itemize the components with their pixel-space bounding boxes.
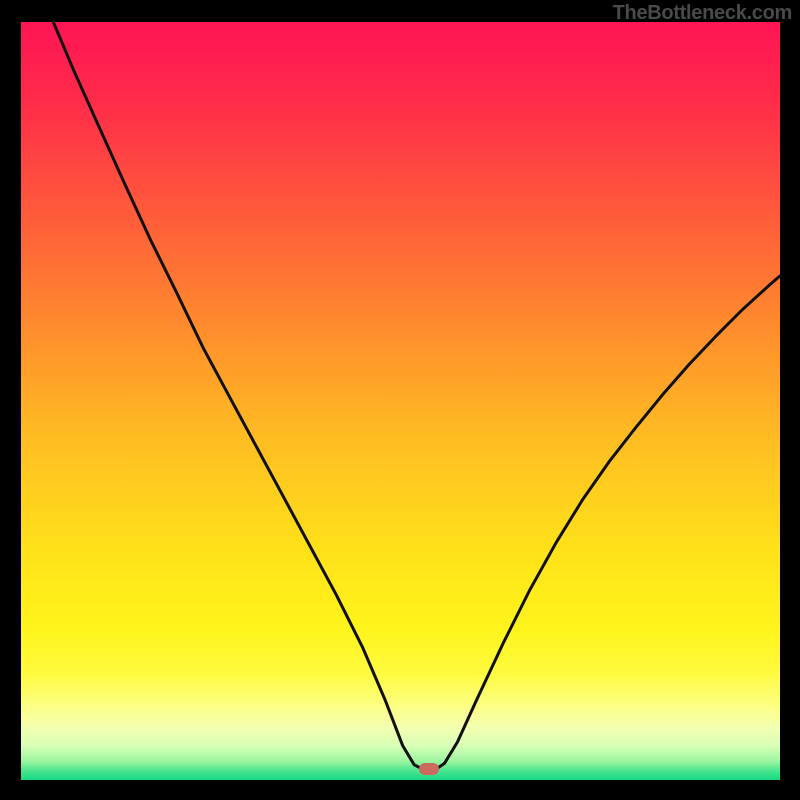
watermark-text: TheBottleneck.com — [613, 2, 792, 25]
chart-wrapper: TheBottleneck.com — [0, 0, 800, 800]
optimal-marker — [419, 763, 439, 775]
curve-layer — [21, 22, 780, 780]
bottleneck-curve — [53, 22, 780, 769]
plot-area — [21, 22, 780, 780]
